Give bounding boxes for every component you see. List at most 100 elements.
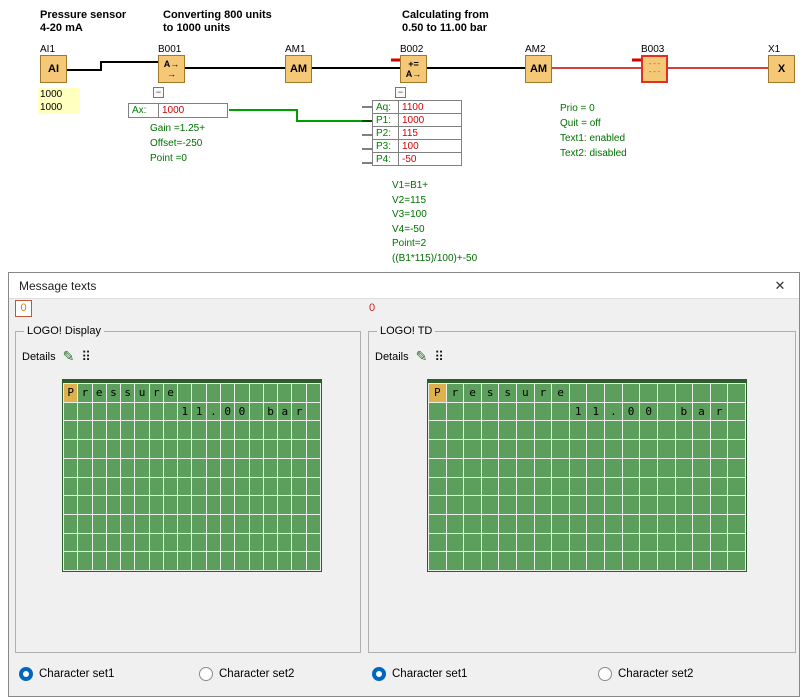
char-cell[interactable] [711, 552, 728, 570]
char-cell[interactable] [292, 459, 305, 477]
char-cell[interactable] [192, 496, 205, 514]
char-cell[interactable] [307, 421, 320, 439]
char-cell[interactable]: a [278, 403, 291, 421]
char-cell[interactable] [535, 403, 552, 421]
char-cell[interactable] [78, 515, 91, 533]
char-cell[interactable] [192, 440, 205, 458]
char-cell[interactable] [464, 421, 481, 439]
char-cell[interactable] [464, 459, 481, 477]
char-cell[interactable] [464, 534, 481, 552]
char-cell[interactable] [728, 534, 745, 552]
char-cell[interactable] [482, 440, 499, 458]
char-cell[interactable] [640, 459, 657, 477]
char-cell[interactable] [464, 403, 481, 421]
char-cell[interactable]: s [482, 384, 499, 402]
char-cell[interactable]: s [121, 384, 134, 402]
char-cell[interactable] [552, 440, 569, 458]
collapse-toggle-b001[interactable]: − [153, 87, 164, 98]
char-cell[interactable] [93, 403, 106, 421]
display-char-grid[interactable]: Pressure11.00bar [62, 379, 322, 572]
char-cell[interactable] [235, 496, 248, 514]
block-b003[interactable]: B003 - - -- - - [641, 44, 669, 83]
char-cell[interactable] [517, 459, 534, 477]
char-cell[interactable] [499, 421, 516, 439]
char-cell[interactable] [292, 552, 305, 570]
char-cell[interactable]: e [464, 384, 481, 402]
char-cell[interactable] [93, 534, 106, 552]
char-cell[interactable] [658, 534, 675, 552]
char-cell[interactable] [605, 496, 622, 514]
char-cell[interactable] [640, 384, 657, 402]
collapse-toggle-b002[interactable]: − [395, 87, 406, 98]
char-cell[interactable] [711, 459, 728, 477]
char-cell[interactable] [517, 403, 534, 421]
char-cell[interactable] [93, 459, 106, 477]
char-cell[interactable] [464, 440, 481, 458]
char-cell[interactable] [728, 421, 745, 439]
char-cell[interactable] [658, 384, 675, 402]
char-cell[interactable] [150, 459, 163, 477]
char-cell[interactable] [207, 496, 220, 514]
special-characters-icon[interactable]: ⠿ [81, 349, 91, 365]
char-cell[interactable] [605, 515, 622, 533]
char-cell[interactable]: s [107, 384, 120, 402]
char-cell[interactable] [235, 440, 248, 458]
char-cell[interactable] [64, 534, 77, 552]
b002-param-row-aq[interactable]: Aq:1100 [372, 100, 462, 114]
char-cell[interactable] [605, 552, 622, 570]
char-cell[interactable] [264, 421, 277, 439]
char-cell[interactable] [178, 534, 191, 552]
char-cell[interactable] [78, 478, 91, 496]
char-cell[interactable] [221, 478, 234, 496]
char-cell[interactable] [676, 459, 693, 477]
char-cell[interactable]: u [517, 384, 534, 402]
analog-math-block[interactable]: +=A→ [400, 55, 427, 83]
char-cell[interactable] [307, 552, 320, 570]
char-cell[interactable] [640, 515, 657, 533]
char-cell[interactable] [264, 552, 277, 570]
char-cell[interactable] [587, 459, 604, 477]
char-cell[interactable] [235, 421, 248, 439]
char-cell[interactable]: 1 [570, 403, 587, 421]
char-cell[interactable] [78, 496, 91, 514]
char-cell[interactable] [135, 403, 148, 421]
char-cell[interactable] [693, 440, 710, 458]
char-cell[interactable] [728, 459, 745, 477]
char-cell[interactable]: 1 [178, 403, 191, 421]
char-cell[interactable] [150, 534, 163, 552]
char-cell[interactable] [292, 440, 305, 458]
char-cell[interactable] [307, 496, 320, 514]
char-cell[interactable] [570, 440, 587, 458]
char-cell[interactable] [135, 534, 148, 552]
char-cell[interactable] [207, 384, 220, 402]
char-cell[interactable] [207, 421, 220, 439]
char-cell[interactable] [587, 478, 604, 496]
char-cell[interactable] [535, 440, 552, 458]
char-cell[interactable] [640, 478, 657, 496]
char-cell[interactable] [192, 421, 205, 439]
char-cell[interactable] [250, 552, 263, 570]
char-cell[interactable] [250, 440, 263, 458]
char-cell[interactable] [658, 552, 675, 570]
char-cell[interactable] [235, 459, 248, 477]
char-cell[interactable] [121, 478, 134, 496]
char-cell[interactable] [121, 496, 134, 514]
char-cell[interactable] [250, 496, 263, 514]
char-cell[interactable] [711, 496, 728, 514]
td-char-grid[interactable]: Pressure11.00bar [427, 379, 747, 572]
char-cell[interactable] [587, 552, 604, 570]
char-cell[interactable] [482, 459, 499, 477]
char-cell[interactable] [587, 496, 604, 514]
char-cell[interactable] [640, 496, 657, 514]
char-cell[interactable] [64, 440, 77, 458]
char-cell[interactable] [178, 496, 191, 514]
char-cell[interactable] [292, 534, 305, 552]
char-cell[interactable] [292, 515, 305, 533]
char-cell[interactable] [676, 421, 693, 439]
char-cell[interactable] [278, 459, 291, 477]
radio-charset2-td[interactable]: Character set2 [598, 667, 693, 681]
char-cell[interactable] [150, 552, 163, 570]
char-cell[interactable] [623, 384, 640, 402]
char-cell[interactable] [192, 384, 205, 402]
char-cell[interactable] [535, 534, 552, 552]
